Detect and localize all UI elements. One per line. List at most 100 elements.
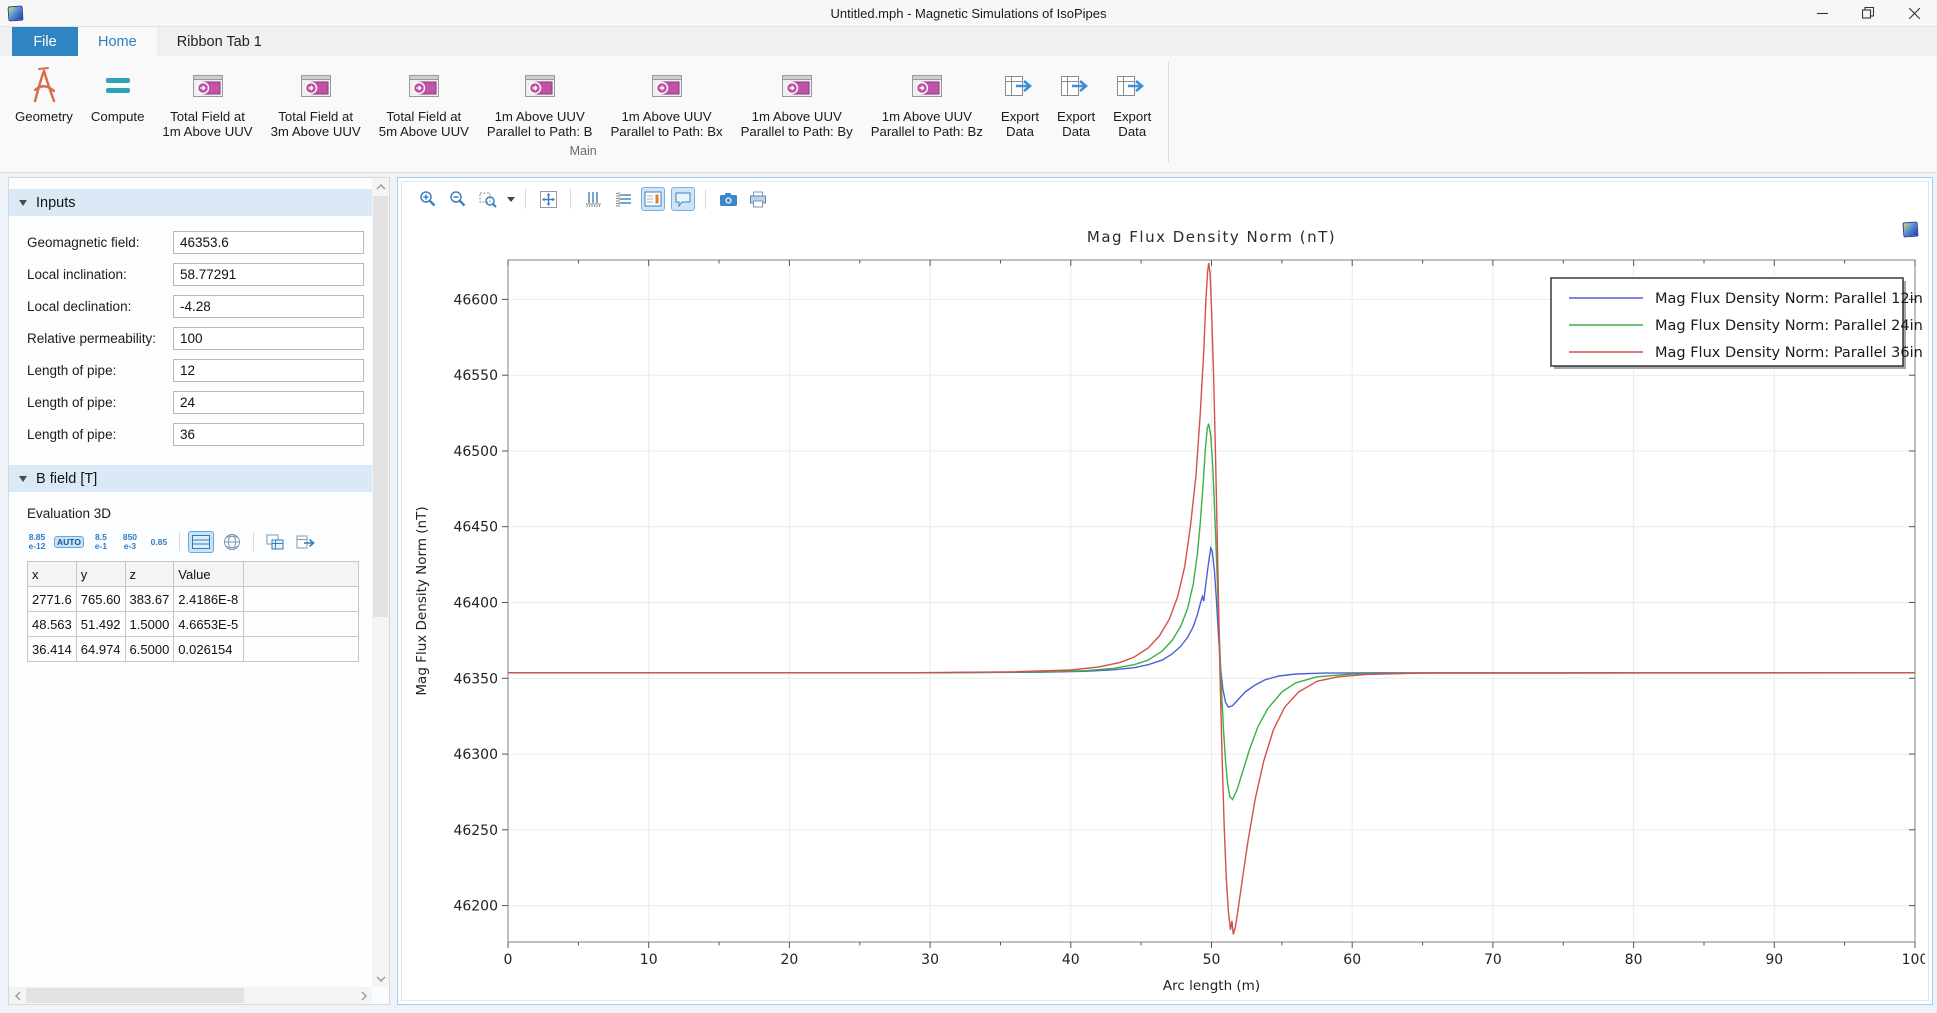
parallel-path-by-button[interactable]: 1m Above UUV Parallel to Path: By — [732, 61, 862, 141]
relative-permeability-input[interactable] — [173, 327, 364, 350]
form-row: Length of pipe: — [27, 354, 364, 386]
plot-window-icon — [780, 63, 814, 109]
export-data-button-1[interactable]: Export Data — [992, 61, 1048, 141]
scroll-track[interactable] — [244, 987, 355, 1004]
field-label: Geomagnetic field: — [27, 235, 173, 250]
parallel-path-b-button[interactable]: 1m Above UUV Parallel to Path: B — [478, 61, 602, 141]
svg-text:46450: 46450 — [453, 520, 498, 536]
ribbon-button-label: 1m Above UUV Parallel to Path: By — [741, 109, 853, 139]
tab-file[interactable]: File — [12, 27, 78, 56]
cell: 0.026154 — [174, 637, 244, 662]
table-format-toolbar: 8.85 e-12 AUTO 8.5 e-1 850 e-3 0.85 — [9, 525, 372, 561]
local-declination-input[interactable] — [173, 295, 364, 318]
plot-window-icon — [407, 63, 441, 109]
ribbon-tab-bar: File Home Ribbon Tab 1 — [0, 26, 1937, 56]
toolbar-separator — [570, 189, 571, 209]
zoom-out-button[interactable] — [446, 187, 470, 211]
zoom-box-icon — [479, 190, 497, 208]
svg-text:Mag Flux Density Norm: Paralle: Mag Flux Density Norm: Parallel 24in — [1655, 318, 1923, 334]
auto-notation-button[interactable]: AUTO — [54, 536, 84, 549]
local-inclination-input[interactable] — [173, 263, 364, 286]
geomagnetic-field-input[interactable] — [173, 231, 364, 254]
chevron-up-icon — [376, 184, 386, 190]
ribbon-button-label: Export Data — [1057, 109, 1095, 139]
col-header-x: x — [28, 562, 77, 587]
pipe-length-36-input[interactable] — [173, 423, 364, 446]
zoom-extents-button[interactable] — [536, 187, 560, 211]
globe-button[interactable] — [219, 531, 245, 553]
zoom-dropdown-caret-icon[interactable] — [507, 197, 515, 202]
y-axis-grid-icon — [614, 190, 633, 209]
form-row: Local inclination: — [27, 258, 364, 290]
geometry-button[interactable]: Geometry — [6, 61, 82, 126]
title-bar: Untitled.mph - Magnetic Simulations of I… — [0, 0, 1937, 26]
plot-toolbar — [402, 182, 1928, 216]
plot-window-icon — [523, 63, 557, 109]
table-row[interactable]: 2771.6 765.60 383.67 2.4186E-8 — [28, 587, 359, 612]
svg-text:30: 30 — [921, 952, 939, 968]
zoom-box-button[interactable] — [476, 187, 500, 211]
vertical-scroll-thumb[interactable] — [373, 196, 388, 617]
export-data-icon — [1002, 63, 1038, 109]
graphics-panel: 0102030405060708090100462004625046300463… — [397, 177, 1933, 1005]
inputs-section-header[interactable]: Inputs — [9, 189, 372, 216]
cell: 36.414 — [28, 637, 77, 662]
scroll-down-button[interactable] — [372, 970, 389, 987]
horizontal-scroll-thumb[interactable] — [26, 988, 244, 1003]
engineering-notation-button[interactable]: 850 e-3 — [118, 531, 142, 553]
table-row[interactable]: 48.563 51.492 1.5000 4.6653E-5 — [28, 612, 359, 637]
export-data-icon — [1058, 63, 1094, 109]
compute-button[interactable]: Compute — [82, 61, 154, 126]
form-row: Length of pipe: — [27, 418, 364, 450]
full-precision-button[interactable]: 8.85 e-12 — [25, 531, 49, 553]
cell: 6.5000 — [125, 637, 174, 662]
copy-table-button[interactable] — [262, 531, 288, 553]
pipe-length-24-input[interactable] — [173, 391, 364, 414]
zoom-in-button[interactable] — [416, 187, 440, 211]
cell: 1.5000 — [125, 612, 174, 637]
total-field-5m-button[interactable]: Total Field at 5m Above UUV — [370, 61, 478, 141]
scroll-left-button[interactable] — [9, 987, 26, 1004]
y-axis-grid-button[interactable] — [611, 187, 635, 211]
image-snapshot-button[interactable] — [716, 187, 740, 211]
field-label: Local inclination: — [27, 267, 173, 282]
parallel-path-bx-button[interactable]: 1m Above UUV Parallel to Path: Bx — [601, 61, 731, 141]
plot-canvas[interactable]: 0102030405060708090100462004625046300463… — [402, 216, 1928, 1000]
export-data-button-2[interactable]: Export Data — [1048, 61, 1104, 141]
tab-home[interactable]: Home — [78, 27, 157, 56]
total-field-1m-button[interactable]: Total Field at 1m Above UUV — [153, 61, 261, 141]
camera-icon — [719, 192, 738, 207]
legend-toggle-button[interactable] — [641, 187, 665, 211]
export-table-button[interactable] — [293, 531, 319, 553]
pipe-length-12-input[interactable] — [173, 359, 364, 382]
svg-text:46400: 46400 — [453, 596, 498, 612]
export-data-button-3[interactable]: Export Data — [1104, 61, 1160, 141]
table-row[interactable]: 36.414 64.974 6.5000 0.026154 — [28, 637, 359, 662]
svg-text:60: 60 — [1343, 952, 1361, 968]
table-header-row: x y z Value — [28, 562, 359, 587]
print-button[interactable] — [746, 187, 770, 211]
svg-text:40: 40 — [1062, 952, 1080, 968]
tooltip-toggle-button[interactable] — [671, 187, 695, 211]
parallel-path-bz-button[interactable]: 1m Above UUV Parallel to Path: Bz — [862, 61, 992, 141]
horizontal-scrollbar[interactable] — [9, 987, 372, 1004]
decimal-notation-button[interactable]: 0.85 — [147, 536, 171, 549]
tab-ribbon-1[interactable]: Ribbon Tab 1 — [157, 27, 282, 56]
scroll-up-button[interactable] — [372, 178, 389, 195]
svg-text:50: 50 — [1203, 952, 1221, 968]
x-axis-grid-button[interactable] — [581, 187, 605, 211]
scientific-notation-button[interactable]: 8.5 e-1 — [89, 531, 113, 553]
table-view-button[interactable] — [188, 531, 214, 553]
svg-text:46300: 46300 — [453, 747, 498, 763]
svg-text:46500: 46500 — [453, 444, 498, 460]
bfield-section-header[interactable]: B field [T] — [9, 465, 372, 492]
col-header-value: Value — [174, 562, 244, 587]
chevron-down-icon — [376, 976, 386, 982]
ribbon-button-label: 1m Above UUV Parallel to Path: Bz — [871, 109, 983, 139]
field-label: Length of pipe: — [27, 427, 173, 442]
vertical-scrollbar[interactable] — [372, 178, 389, 987]
total-field-3m-button[interactable]: Total Field at 3m Above UUV — [262, 61, 370, 141]
cell: 48.563 — [28, 612, 77, 637]
scroll-right-button[interactable] — [355, 987, 372, 1004]
ribbon-button-label: Export Data — [1113, 109, 1151, 139]
